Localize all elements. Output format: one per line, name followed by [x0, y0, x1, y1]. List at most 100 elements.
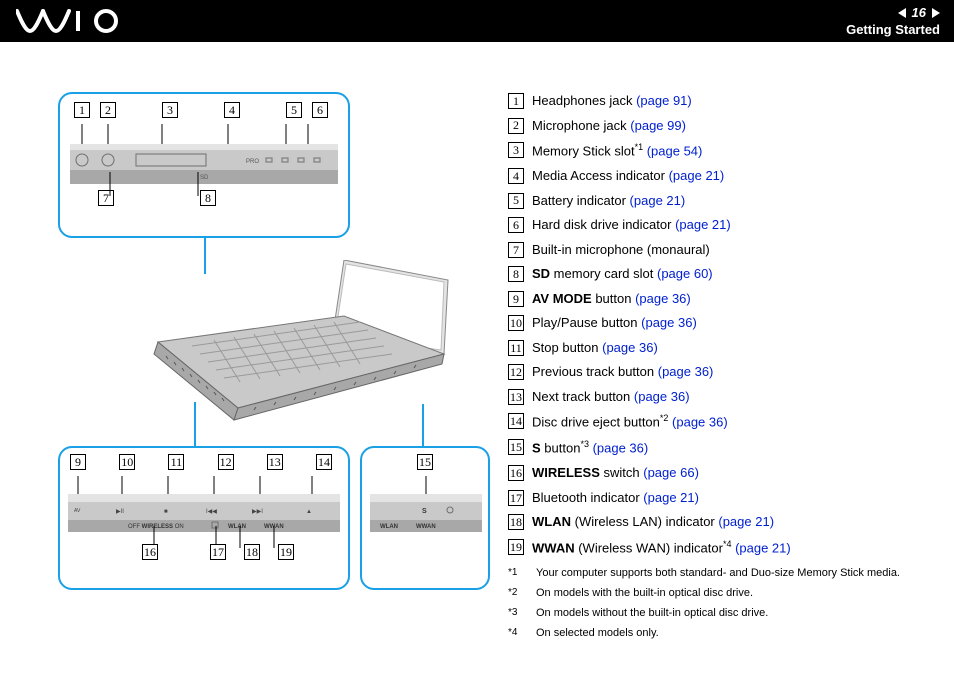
legend-num-7: 7	[508, 242, 524, 258]
svg-text:WLAN: WLAN	[380, 524, 398, 530]
legend-text-11: Stop button (page 36)	[532, 339, 658, 357]
legend-num-19: 19	[508, 539, 524, 555]
legend-text-13: Next track button (page 36)	[532, 388, 690, 406]
legend-item-17: 17Bluetooth indicator (page 21)	[508, 489, 932, 507]
footnote-mark: *3	[508, 607, 526, 619]
legend-text-15: S button*3 (page 36)	[532, 438, 648, 457]
legend-item-10: 10 Play/Pause button (page 36)	[508, 314, 932, 332]
page-link[interactable]: (page 36)	[635, 291, 691, 306]
legend-item-5: 5 Battery indicator (page 21)	[508, 192, 932, 210]
page-link[interactable]: (page 36)	[602, 340, 658, 355]
callout-16: 16	[142, 544, 158, 560]
callout-9: 9	[70, 454, 86, 470]
svg-text:PRO: PRO	[246, 159, 259, 165]
callout-2: 2	[100, 102, 116, 118]
legend-text-5: Battery indicator (page 21)	[532, 192, 685, 210]
legend-num-14: 14	[508, 413, 524, 429]
legend-text-7: Built-in microphone (monaural)	[532, 241, 710, 259]
legend-num-11: 11	[508, 340, 524, 356]
page-link[interactable]: (page 36)	[658, 364, 714, 379]
legend-num-17: 17	[508, 490, 524, 506]
callout-4: 4	[224, 102, 240, 118]
callout-15: 15	[417, 454, 433, 470]
next-page-icon[interactable]	[932, 8, 940, 18]
svg-text:I◀◀: I◀◀	[206, 509, 217, 515]
prev-page-icon[interactable]	[898, 8, 906, 18]
page-link[interactable]: (page 21)	[669, 168, 725, 183]
laptop-illustration	[144, 260, 454, 430]
content: 1 2 3 4 5 6	[0, 42, 954, 657]
legend-num-10: 10	[508, 315, 524, 331]
legend-num-4: 4	[508, 168, 524, 184]
page-link[interactable]: (page 99)	[630, 118, 686, 133]
callout-5: 5	[286, 102, 302, 118]
callout-6: 6	[312, 102, 328, 118]
legend-num-12: 12	[508, 364, 524, 380]
legend-num-5: 5	[508, 193, 524, 209]
page-link[interactable]: (page 36)	[634, 389, 690, 404]
legend-item-18: 18WLAN (Wireless LAN) indicator (page 21…	[508, 513, 932, 531]
side-view-top: PRO SD	[70, 124, 338, 186]
callout-1: 1	[74, 102, 90, 118]
footnote: *3On models without the built-in optical…	[508, 607, 932, 619]
legend-num-1: 1	[508, 93, 524, 109]
legend-item-7: 7 Built-in microphone (monaural)	[508, 241, 932, 259]
page-link[interactable]: (page 21)	[731, 540, 790, 555]
footnote-mark: *1	[508, 567, 526, 579]
svg-text:WWAN: WWAN	[416, 524, 436, 530]
page-link[interactable]: (page 36)	[589, 441, 648, 456]
legend-item-19: 19 WWAN (Wireless WAN) indicator*4 (page …	[508, 538, 932, 557]
legend-text-16: WIRELESS switch (page 66)	[532, 464, 699, 482]
callout-12: 12	[218, 454, 234, 470]
legend-num-8: 8	[508, 266, 524, 282]
page-link[interactable]: (page 21)	[675, 217, 731, 232]
page-link[interactable]: (page 54)	[643, 143, 702, 158]
page-link[interactable]: (page 21)	[643, 490, 699, 505]
page-link[interactable]: (page 66)	[643, 465, 699, 480]
page-link[interactable]: (page 91)	[636, 93, 692, 108]
page-link[interactable]: (page 36)	[641, 315, 697, 330]
legend-item-16: 16WIRELESS switch (page 66)	[508, 464, 932, 482]
legend-item-4: 4 Media Access indicator (page 21)	[508, 167, 932, 185]
legend-item-11: 11 Stop button (page 36)	[508, 339, 932, 357]
svg-text:WLAN: WLAN	[228, 524, 246, 530]
legend-item-8: 8SD memory card slot (page 60)	[508, 265, 932, 283]
diagram-column: 1 2 3 4 5 6	[54, 92, 494, 602]
callout-panel-bottom-right: 15 S WLAN WWAN	[360, 446, 490, 590]
footnotes: *1Your computer supports both standard- …	[508, 567, 932, 639]
footnote: *1Your computer supports both standard- …	[508, 567, 932, 579]
callout-3: 3	[162, 102, 178, 118]
callout-14: 14	[316, 454, 332, 470]
page-link[interactable]: (page 21)	[718, 514, 774, 529]
page-link[interactable]: (page 36)	[668, 415, 727, 430]
legend-text-3: Memory Stick slot*1 (page 54)	[532, 141, 702, 160]
legend-text-14: Disc drive eject button*2 (page 36)	[532, 412, 728, 431]
legend-text-19: WWAN (Wireless WAN) indicator*4 (page 21…	[532, 538, 791, 557]
vaio-logo-svg	[16, 9, 126, 33]
callouts-top: 1 2 3 4 5 6	[70, 102, 338, 118]
callout-11: 11	[168, 454, 184, 470]
callout-panel-bottom-left: 9 10 11 12 13 14	[58, 446, 350, 590]
callout-13: 13	[267, 454, 283, 470]
legend-text-10: Play/Pause button (page 36)	[532, 314, 697, 332]
footnote: *4On selected models only.	[508, 627, 932, 639]
page-link[interactable]: (page 60)	[657, 266, 713, 281]
legend-num-13: 13	[508, 389, 524, 405]
svg-text:S: S	[422, 508, 427, 515]
svg-text:▶II: ▶II	[116, 509, 124, 515]
legend-text-4: Media Access indicator (page 21)	[532, 167, 724, 185]
footnote-mark: *2	[508, 587, 526, 599]
legend-num-2: 2	[508, 118, 524, 134]
front-view-left: AV ▶II ■ I◀◀ ▶▶I ▲ OFF WIRELESS ON WLAN …	[68, 476, 340, 538]
header-bar: 16 Getting Started	[0, 0, 954, 42]
legend-num-15: 15	[508, 439, 524, 455]
footnote-mark: *4	[508, 627, 526, 639]
legend-item-6: 6Hard disk drive indicator (page 21)	[508, 216, 932, 234]
callout-19: 19	[278, 544, 294, 560]
page-link[interactable]: (page 21)	[630, 193, 686, 208]
footnote-text: On models with the built-in optical disc…	[536, 587, 753, 599]
legend-item-9: 9AV MODE button (page 36)	[508, 290, 932, 308]
legend-text-6: Hard disk drive indicator (page 21)	[532, 216, 731, 234]
svg-text:■: ■	[164, 509, 168, 515]
legend-item-15: 15 S button*3 (page 36)	[508, 438, 932, 457]
